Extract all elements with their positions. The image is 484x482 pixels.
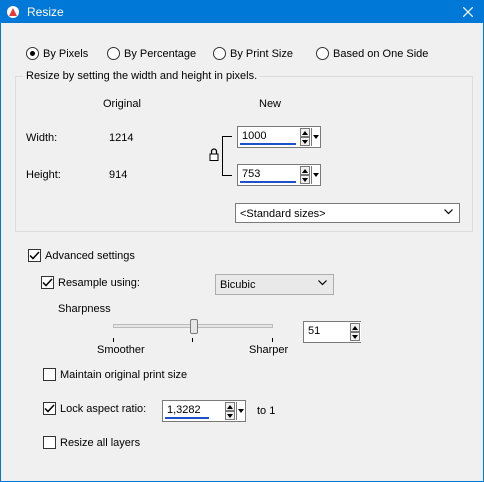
sharpness-slider-thumb[interactable] <box>190 319 198 334</box>
spin-up-button[interactable] <box>225 402 235 411</box>
arrow-up-icon <box>227 404 233 409</box>
sharpness-label: Sharpness <box>58 303 111 315</box>
radio-dot <box>316 47 329 60</box>
radio-by-pixels[interactable]: By Pixels <box>26 47 88 60</box>
slider-tick <box>192 338 193 342</box>
checkmark-icon <box>44 404 55 413</box>
chevron-down-icon <box>444 209 453 215</box>
radio-based-on-one-side[interactable]: Based on One Side <box>316 47 428 60</box>
column-original-label: Original <box>103 98 141 110</box>
resize-dialog: Resize By Pixels By Percentage By Print … <box>0 0 484 482</box>
arrow-down-icon <box>302 139 308 144</box>
original-height-value: 914 <box>109 169 128 181</box>
window-title: Resize <box>27 5 64 19</box>
spin-arrows[interactable] <box>350 323 360 341</box>
standard-sizes-value: <Standard sizes> <box>240 208 326 220</box>
maintain-print-size-checkbox[interactable]: Maintain original print size <box>43 368 187 381</box>
slider-tick <box>113 338 114 342</box>
dropdown-arrow-icon <box>312 173 319 177</box>
checkbox-box <box>28 249 41 262</box>
new-height-spinbox[interactable]: 753 <box>237 164 321 186</box>
sharpness-spinbox[interactable]: 51 <box>303 321 361 343</box>
spin-up-button[interactable] <box>300 166 310 175</box>
checkbox-label: Advanced settings <box>45 249 135 262</box>
title-bar: Resize <box>1 1 483 23</box>
spin-arrows[interactable] <box>300 166 310 184</box>
radio-label: By Percentage <box>124 47 197 60</box>
dropdown-arrow-icon <box>312 135 319 139</box>
sharper-label: Sharper <box>249 344 289 356</box>
checkbox-box <box>43 368 56 381</box>
new-width-spinbox[interactable]: 1000 <box>237 126 321 148</box>
checkmark-icon <box>42 278 53 287</box>
checkbox-label: Resample using: <box>58 276 140 289</box>
arrow-up-icon <box>352 325 358 330</box>
height-label: Height: <box>26 169 61 181</box>
checkbox-label: Lock aspect ratio: <box>60 402 147 415</box>
checkmark-icon <box>29 251 40 260</box>
checkbox-box <box>41 276 54 289</box>
aspect-ratio-suffix: to 1 <box>257 405 276 417</box>
arrow-down-icon <box>352 334 358 339</box>
preset-dropdown-button[interactable] <box>311 166 319 184</box>
resample-method-value: Bicubic <box>220 279 256 291</box>
radio-label: Based on One Side <box>333 47 429 60</box>
spin-down-button[interactable] <box>350 332 360 341</box>
radio-by-percentage[interactable]: By Percentage <box>107 47 196 60</box>
spin-arrows[interactable] <box>300 128 310 146</box>
slider-tick <box>272 338 273 342</box>
radio-by-print-size[interactable]: By Print Size <box>213 47 293 60</box>
radio-dot <box>26 47 39 60</box>
arrow-down-icon <box>227 413 233 418</box>
radio-label: By Print Size <box>230 47 293 60</box>
group-legend: Resize by setting the width and height i… <box>23 70 261 82</box>
resize-all-layers-checkbox[interactable]: Resize all layers <box>43 436 140 449</box>
checkbox-box <box>43 402 56 415</box>
value-underline <box>240 143 296 145</box>
radio-label: By Pixels <box>43 47 89 60</box>
spin-down-button[interactable] <box>300 175 310 184</box>
radio-dot <box>107 47 120 60</box>
spin-up-button[interactable] <box>300 128 310 137</box>
value-underline <box>165 417 209 419</box>
resample-checkbox[interactable]: Resample using: <box>41 276 140 289</box>
standard-sizes-dropdown[interactable]: <Standard sizes> <box>235 203 460 223</box>
column-new-label: New <box>259 98 282 110</box>
checkbox-box <box>43 436 56 449</box>
width-label: Width: <box>26 132 58 144</box>
preset-dropdown-button[interactable] <box>311 128 319 146</box>
advanced-settings-checkbox[interactable]: Advanced settings <box>28 249 135 262</box>
sharpness-input[interactable]: 51 <box>308 325 320 337</box>
new-height-input[interactable]: 753 <box>242 168 260 180</box>
close-icon <box>463 7 473 17</box>
close-button[interactable] <box>453 1 483 23</box>
radio-dot <box>213 47 226 60</box>
arrow-up-icon <box>302 168 308 173</box>
original-width-value: 1214 <box>109 132 134 144</box>
aspect-ratio-input[interactable]: 1,3282 <box>167 404 201 416</box>
spin-up-button[interactable] <box>350 323 360 332</box>
checkbox-label: Maintain original print size <box>60 368 188 381</box>
arrow-up-icon <box>302 130 308 135</box>
checkbox-label: Resize all layers <box>60 436 141 449</box>
spin-down-button[interactable] <box>300 137 310 146</box>
chevron-down-icon <box>318 280 327 286</box>
aspect-ratio-spinbox[interactable]: 1,3282 <box>162 400 246 422</box>
dropdown-arrow-icon <box>237 409 244 413</box>
lock-aspect-ratio-checkbox[interactable]: Lock aspect ratio: <box>43 402 146 415</box>
new-width-input[interactable]: 1000 <box>242 130 266 142</box>
value-underline <box>240 181 296 183</box>
spin-arrows[interactable] <box>225 402 235 420</box>
app-icon <box>7 6 19 18</box>
resample-method-dropdown[interactable]: Bicubic <box>215 274 334 295</box>
spin-down-button[interactable] <box>225 411 235 420</box>
arrow-down-icon <box>302 177 308 182</box>
ratio-dropdown-button[interactable] <box>236 402 244 420</box>
lock-icon[interactable] <box>209 148 219 161</box>
smoother-label: Smoother <box>97 344 145 356</box>
link-bracket <box>222 136 232 176</box>
